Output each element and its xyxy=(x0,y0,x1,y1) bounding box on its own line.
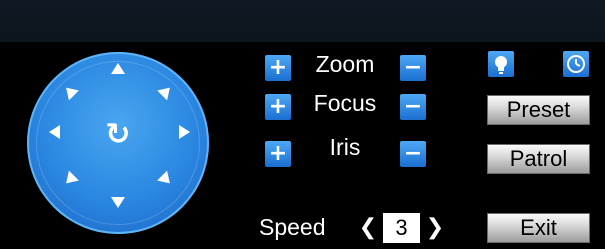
patrol-button[interactable]: Patrol xyxy=(487,144,590,174)
pan-down-arrow-icon[interactable] xyxy=(111,197,125,208)
iris-open-button[interactable]: + xyxy=(265,141,291,167)
focus-far-button[interactable]: − xyxy=(400,94,426,120)
pan-right-arrow-icon[interactable] xyxy=(179,125,190,139)
auto-rotate-icon[interactable]: ↻ xyxy=(101,118,135,152)
focus-near-button[interactable]: + xyxy=(265,94,291,120)
iris-close-button[interactable]: − xyxy=(400,141,426,167)
speed-value: 3 xyxy=(395,215,408,240)
zoom-label: Zoom xyxy=(315,51,375,77)
pan-left-arrow-icon[interactable] xyxy=(49,125,60,139)
speed-stepper: ❮ 3 ❯ xyxy=(353,213,450,243)
window-titlebar xyxy=(0,0,605,42)
light-button[interactable] xyxy=(488,51,514,77)
clock-icon xyxy=(567,55,585,73)
pan-up-arrow-icon[interactable] xyxy=(111,63,125,74)
exit-button[interactable]: Exit xyxy=(487,213,590,243)
light-bulb-icon xyxy=(495,56,507,74)
clock-button[interactable] xyxy=(563,51,589,77)
focus-label: Focus xyxy=(313,90,377,116)
speed-label: Speed xyxy=(259,214,326,240)
speed-increase-button[interactable]: ❯ xyxy=(420,213,450,243)
zoom-in-button[interactable]: + xyxy=(265,55,291,81)
iris-label: Iris xyxy=(329,134,361,160)
preset-button[interactable]: Preset xyxy=(487,95,590,125)
zoom-out-button[interactable]: − xyxy=(400,55,426,81)
speed-decrease-button[interactable]: ❮ xyxy=(353,213,383,243)
